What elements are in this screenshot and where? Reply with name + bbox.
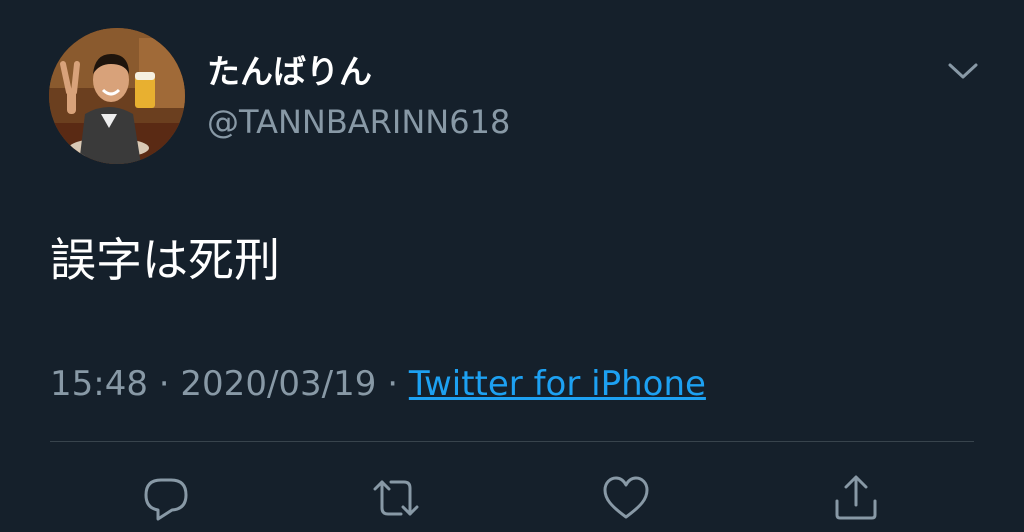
avatar-photo [49,28,185,164]
reply-icon [144,478,188,521]
tweet-detail: たんばりん @TANNBARINN618 誤字は死刑 15:48 · 2020/… [0,0,1024,532]
tweet-date: 2020/03/19 [180,364,377,404]
avatar[interactable] [49,28,185,164]
tweet-meta: 15:48 · 2020/03/19 · Twitter for iPhone [50,363,706,405]
reply-button[interactable] [141,473,191,523]
retweet-button[interactable] [371,473,421,523]
share-icon [835,475,877,520]
retweet-icon [373,480,419,516]
share-button[interactable] [831,473,881,523]
tweet-text: 誤字は死刑 [50,233,280,287]
chevron-down-icon[interactable] [946,58,980,84]
meta-separator: · [158,364,170,404]
author-handle[interactable]: @TANNBARINN618 [207,102,510,142]
like-button[interactable] [601,473,651,523]
tweet-source-link[interactable]: Twitter for iPhone [409,364,706,404]
meta-separator: · [387,364,399,404]
author-display-name[interactable]: たんばりん [207,52,372,92]
heart-icon [603,476,649,519]
tweet-time: 15:48 [50,364,148,404]
divider [50,441,974,442]
